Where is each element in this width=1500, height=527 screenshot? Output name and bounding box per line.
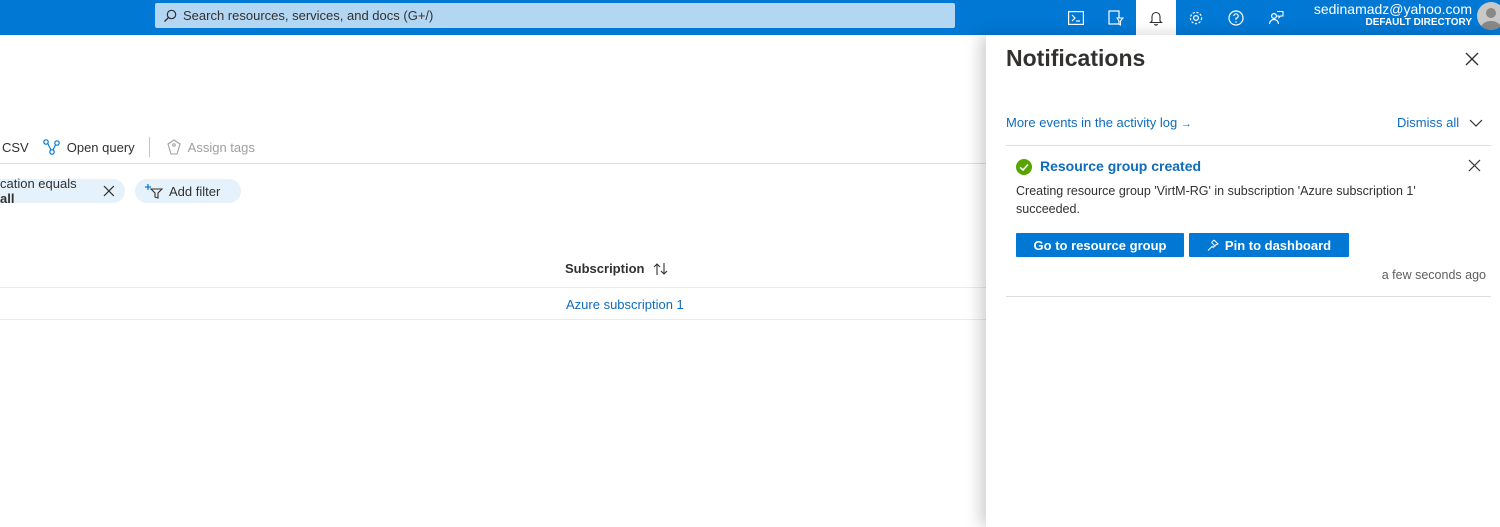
tag-icon xyxy=(167,139,181,155)
subscription-link[interactable]: Azure subscription 1 xyxy=(566,297,684,312)
success-check-icon xyxy=(1016,159,1032,175)
feedback-icon xyxy=(1268,10,1284,24)
notifications-panel: Notifications More events in the activit… xyxy=(986,35,1500,527)
account-name: sedinamadz@yahoo.com xyxy=(1313,1,1472,17)
help-button[interactable] xyxy=(1216,0,1256,35)
chevron-down-icon xyxy=(1469,119,1483,127)
close-icon xyxy=(1468,159,1481,172)
location-filter-prefix: cation equals xyxy=(0,176,77,191)
notification-divider-bottom xyxy=(1006,296,1491,297)
subscription-header-label: Subscription xyxy=(565,261,645,276)
open-query-label: Open query xyxy=(66,139,135,155)
go-to-resource-group-button[interactable]: Go to resource group xyxy=(1016,233,1184,257)
dismiss-notification-button[interactable] xyxy=(1468,159,1481,177)
notification-body: Creating resource group 'VirtM-RG' in su… xyxy=(1016,184,1416,216)
settings-button[interactable] xyxy=(1176,0,1216,35)
directory-filter-icon xyxy=(1108,9,1124,26)
cloud-shell-icon xyxy=(1068,10,1084,25)
notification-timestamp: a few seconds ago xyxy=(1381,268,1486,282)
subscription-column-header[interactable]: Subscription xyxy=(565,261,670,276)
open-query-icon xyxy=(42,139,60,155)
top-bar: sedinamadz@yahoo.com DEFAULT DIRECTORY xyxy=(0,0,1500,35)
assign-tags-label: Assign tags xyxy=(187,139,255,155)
gear-icon xyxy=(1189,11,1203,24)
directory-filter-button[interactable] xyxy=(1096,0,1136,35)
more-events-label: More events in the activity log xyxy=(1006,115,1178,130)
add-filter-icon xyxy=(145,184,163,199)
location-filter-text: cation equals all xyxy=(0,176,93,206)
sort-icon[interactable] xyxy=(652,262,670,276)
global-search[interactable] xyxy=(155,3,955,28)
dismiss-all-label: Dismiss all xyxy=(1397,115,1460,130)
pin-to-dashboard-button[interactable]: Pin to dashboard xyxy=(1189,233,1349,257)
user-avatar-icon xyxy=(1480,8,1500,30)
cloud-shell-button[interactable] xyxy=(1056,0,1096,35)
toolbar-divider-line xyxy=(0,163,986,164)
avatar[interactable] xyxy=(1477,2,1500,30)
assign-tags-button[interactable]: Assign tags xyxy=(166,139,255,155)
location-filter-value: all xyxy=(0,191,15,206)
close-panel-button[interactable] xyxy=(1464,51,1484,71)
toolbar-divider xyxy=(148,137,150,157)
export-csv-label: CSV xyxy=(2,139,29,155)
notification-divider-top xyxy=(1006,145,1491,146)
notification-title[interactable]: Resource group created xyxy=(1040,158,1201,174)
dismiss-all-button[interactable]: Dismiss all xyxy=(1397,115,1483,130)
close-icon xyxy=(1465,52,1479,66)
account-menu[interactable]: sedinamadz@yahoo.com DEFAULT DIRECTORY xyxy=(1290,0,1472,35)
panel-title: Notifications xyxy=(1006,45,1146,71)
search-input[interactable] xyxy=(183,8,943,23)
table-row-divider xyxy=(0,319,986,320)
pin-icon xyxy=(1207,239,1219,251)
add-filter-label: Add filter xyxy=(169,183,221,199)
pin-to-dashboard-label: Pin to dashboard xyxy=(1224,237,1332,253)
account-directory: DEFAULT DIRECTORY xyxy=(1365,17,1472,28)
search-icon xyxy=(164,9,177,22)
more-events-link[interactable]: More events in the activity log → xyxy=(1006,115,1192,130)
notifications-button[interactable] xyxy=(1136,0,1176,35)
close-icon[interactable] xyxy=(103,185,115,197)
resource-toolbar: CSV Open query Assign tags xyxy=(0,132,269,162)
go-to-resource-group-label: Go to resource group xyxy=(1033,237,1167,253)
bell-icon xyxy=(1149,11,1163,26)
add-filter-button[interactable]: Add filter xyxy=(135,179,241,203)
location-filter-chip[interactable]: cation equals all xyxy=(0,176,125,206)
open-query-button[interactable]: Open query xyxy=(42,139,135,155)
export-csv-button[interactable]: CSV xyxy=(0,140,29,155)
arrow-right-icon: → xyxy=(1180,118,1192,130)
table-header-divider xyxy=(0,287,986,288)
help-icon xyxy=(1228,9,1244,26)
